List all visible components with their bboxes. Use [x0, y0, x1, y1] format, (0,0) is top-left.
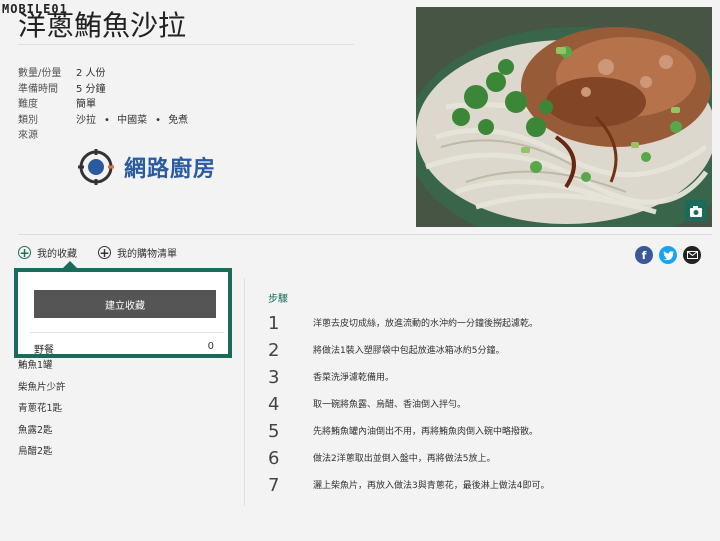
- step-item: 1 洋蔥去皮切成絲，放進流動的水沖約一分鐘後撈起濾乾。: [268, 314, 573, 334]
- step-text: 取一碗將魚露、烏醋、香油倒入拌勻。: [313, 400, 467, 410]
- source-name: 網路廚房: [124, 157, 217, 182]
- meta-source: 來源: [18, 128, 196, 144]
- meta-label: 難度: [18, 99, 38, 110]
- step-item: 4 取一碗將魚露、烏醋、香油倒入拌勻。: [268, 395, 573, 415]
- meta-label: 數量/份量: [18, 68, 62, 79]
- meta-value: 2 人份: [76, 68, 106, 79]
- step-text: 將做法1裝入塑膠袋中包起放進冰箱冰約5分鐘。: [313, 346, 505, 356]
- step-item: 7 灑上柴魚片，再放入做法3與青蔥花，最後淋上做法4即可。: [268, 476, 573, 496]
- collection-count: 0: [207, 341, 214, 352]
- my-shopping-list-label: 我的購物清單: [117, 249, 177, 260]
- twitter-icon: [662, 250, 674, 260]
- facebook-share-button[interactable]: f: [635, 246, 653, 264]
- email-icon: [686, 251, 698, 259]
- meta-prep-time: 準備時間 5 分鐘: [18, 82, 196, 98]
- section-divider: [18, 234, 712, 235]
- twitter-share-button[interactable]: [659, 246, 677, 264]
- meta-servings: 數量/份量 2 人份: [18, 66, 196, 82]
- recipe-photo: [416, 7, 712, 227]
- title-divider: [18, 44, 354, 45]
- ingredient-item: 烏醋2匙: [18, 446, 53, 457]
- meta-label: 類別: [18, 114, 38, 126]
- favorites-popup: 建立收藏 野餐 0: [14, 268, 232, 358]
- bullet-separator: •: [155, 114, 161, 126]
- email-share-button[interactable]: [683, 246, 701, 264]
- ingredient-item: 魚露2匙: [18, 424, 53, 436]
- my-shopping-list-button[interactable]: + 我的購物清單: [98, 245, 177, 260]
- step-item: 6 做法2洋蔥取出並倒入盤中，再將做法5放上。: [268, 449, 573, 469]
- collection-name: 野餐: [34, 345, 54, 356]
- meta-value: 簡單: [76, 99, 96, 110]
- target-logo-icon: [78, 149, 114, 185]
- step-number: 6: [268, 448, 280, 469]
- meta-label: 準備時間: [18, 83, 58, 95]
- meta-category: 類別 沙拉 • 中國菜 • 免煮: [18, 113, 196, 129]
- category-link[interactable]: 沙拉: [76, 115, 96, 126]
- collection-item-picnic[interactable]: 野餐 0: [34, 341, 214, 356]
- step-text: 灑上柴魚片，再放入做法3與青蔥花，最後淋上做法4即可。: [313, 481, 550, 491]
- meta-difficulty: 難度 簡單: [18, 97, 196, 113]
- my-favorites-button[interactable]: + 我的收藏: [18, 245, 77, 260]
- step-number: 4: [268, 394, 280, 415]
- category-link[interactable]: 免煮: [168, 115, 188, 126]
- ingredient-item: 柴魚片少許: [18, 381, 66, 393]
- camera-icon: [690, 206, 702, 217]
- step-number: 7: [268, 475, 280, 496]
- step-text: 香菜洗淨濾乾備用。: [313, 373, 395, 383]
- ingredient-item: 青蔥花1匙: [18, 403, 63, 414]
- facebook-icon: f: [641, 248, 647, 262]
- column-divider: [244, 278, 245, 506]
- source-logo[interactable]: 網路廚房: [78, 146, 228, 188]
- step-item: 2 將做法1裝入塑膠袋中包起放進冰箱冰約5分鐘。: [268, 341, 573, 361]
- step-item: 3 香菜洗淨濾乾備用。: [268, 368, 573, 388]
- category-link[interactable]: 中國菜: [117, 115, 147, 126]
- plus-icon: +: [98, 245, 111, 260]
- step-text: 洋蔥去皮切成絲，放進流動的水沖約一分鐘後撈起濾乾。: [313, 319, 539, 329]
- bullet-separator: •: [104, 114, 110, 126]
- step-item: 5 先將鮪魚罐內油倒出不用，再將鮪魚肉倒入碗中略撥散。: [268, 422, 573, 442]
- recipe-title: 洋蔥鮪魚沙拉: [18, 9, 187, 42]
- plus-icon: +: [18, 245, 31, 260]
- ingredient-item: 鮪魚1罐: [18, 360, 53, 371]
- step-text: 先將鮪魚罐內油倒出不用，再將鮪魚肉倒入碗中略撥散。: [313, 427, 539, 437]
- step-number: 3: [268, 367, 280, 388]
- create-collection-button[interactable]: 建立收藏: [34, 290, 216, 318]
- meta-label: 來源: [18, 130, 38, 141]
- step-number: 5: [268, 421, 280, 442]
- recipe-meta: 數量/份量 2 人份 準備時間 5 分鐘 難度 簡單 類別 沙拉 • 中國菜 • 免…: [18, 66, 196, 144]
- my-favorites-label: 我的收藏: [37, 249, 77, 260]
- salad-image: [416, 7, 712, 227]
- steps-heading: 步驟: [268, 294, 288, 305]
- step-number: 2: [268, 340, 280, 361]
- camera-button[interactable]: [685, 200, 707, 222]
- popup-divider: [30, 332, 224, 333]
- step-number: 1: [268, 313, 280, 334]
- step-text: 做法2洋蔥取出並倒入盤中，再將做法5放上。: [313, 454, 496, 464]
- ingredient-list: 鮪魚1罐 柴魚片少許 青蔥花1匙 魚露2匙 烏醋2匙: [18, 355, 66, 463]
- meta-value: 5 分鐘: [76, 83, 106, 95]
